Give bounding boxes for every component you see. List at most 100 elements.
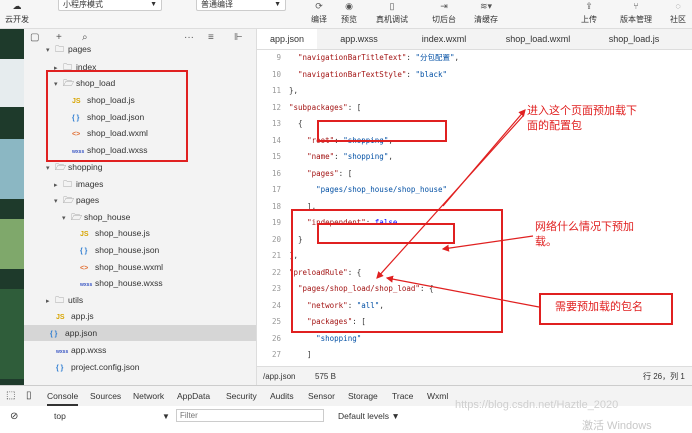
line-number: 23 [271, 284, 281, 293]
refresh-icon: ⟳ [315, 1, 323, 11]
line-number: 24 [271, 300, 281, 310]
js-file-icon: JS [80, 231, 89, 238]
tree-file-app-js[interactable]: JS app.js [56, 308, 94, 324]
tree-folder-utils[interactable]: ▸ 🗀 utils [46, 292, 83, 308]
version-icon: ⑂ [633, 1, 639, 11]
tree-file-app-wxss[interactable]: wxss app.wxss [56, 342, 106, 358]
line-number: 9 [276, 53, 281, 62]
code-editor[interactable]: }} } ] "shopping" "packages": [ "network… [257, 50, 692, 366]
tree-file-shop-house-js[interactable]: JS shop_house.js [80, 225, 150, 241]
preview-button[interactable]: ◉ 预览 [332, 0, 366, 25]
arrow-to-package [385, 275, 540, 308]
line-number: 17 [271, 185, 281, 194]
line-number: 20 [271, 234, 281, 244]
eye-icon: ◉ [345, 1, 353, 11]
line-number: 26 [271, 333, 281, 343]
collapse-icon[interactable]: ▢ [30, 32, 39, 43]
line-number: 10 [271, 69, 281, 79]
tab-trace[interactable]: Trace [392, 386, 413, 406]
inspect-icon[interactable]: ⬚ [6, 386, 15, 406]
tree-file-shop-house-wxss[interactable]: wxss shop_house.wxss [80, 275, 163, 291]
line-number: 21 [271, 251, 281, 260]
json-file-icon: { } [56, 365, 64, 372]
more-icon[interactable]: ··· [184, 32, 194, 43]
tab-app-wxss[interactable]: app.wxss [329, 29, 389, 49]
line-number: 27 [271, 350, 281, 359]
tab-appdata[interactable]: AppData [177, 386, 210, 406]
arrow-to-network [441, 235, 534, 252]
split-icon[interactable]: ⊩ [234, 32, 243, 43]
device-icon[interactable]: ▯ [26, 386, 32, 406]
switch-icon: ⇥ [440, 1, 448, 11]
chat-icon: ◌ [675, 1, 681, 11]
top-toolbar: ☁ 云开发 小程序模式 ▼ 普通编译 ▼ ⟳ 编译 ◉ 预览 ▯ 真机调试 ⇥ 切后… [0, 0, 692, 29]
tree-file-shop-house-json[interactable]: { } shop_house.json [80, 242, 159, 258]
context-select[interactable]: top [54, 406, 66, 427]
clear-console-icon[interactable]: ⊘ [10, 406, 18, 427]
json-file-icon: { } [50, 331, 58, 338]
layers-icon: ≋▾ [479, 1, 493, 11]
remote-debug-button[interactable]: ▯ 真机调试 [370, 0, 414, 25]
tree-file-project-config[interactable]: { } project.config.json [56, 359, 140, 375]
line-number: 22 [271, 267, 281, 277]
tab-app-json[interactable]: app.json [257, 29, 317, 49]
tab-security[interactable]: Security [226, 386, 257, 406]
tree-file-app-json[interactable]: { } app.json [24, 325, 256, 341]
tab-shop-load-wxml[interactable]: shop_load.wxml [497, 29, 579, 49]
compile-select[interactable]: 普通编译 ▼ [196, 0, 286, 11]
line-number: 16 [271, 168, 281, 178]
clear-cache-button[interactable]: ≋▾ 清缓存 [466, 0, 506, 25]
levels-select[interactable]: Default levels ▼ [338, 406, 400, 427]
line-number: 12 [271, 102, 281, 112]
line-number: 18 [271, 201, 281, 211]
simulator-preview [0, 29, 24, 385]
editor-status-bar: /app.json 575 B 行 26，列 1 [257, 366, 692, 386]
tab-storage[interactable]: Storage [348, 386, 378, 406]
community-button[interactable]: ◌ 社区 [664, 0, 692, 25]
annotation-arrows [376, 109, 540, 308]
json-file-icon: { } [80, 248, 88, 255]
background-button[interactable]: ⇥ 切后台 [424, 0, 464, 25]
wxss-file-icon: wxss [80, 282, 93, 288]
tab-console[interactable]: Console [47, 386, 79, 406]
folder-icon: 🗀 [55, 295, 65, 305]
status-cursor: 行 26，列 1 [643, 372, 685, 381]
line-number: 19 [271, 218, 281, 227]
line-number: 11 [271, 86, 281, 95]
sort-icon[interactable]: ≡ [208, 32, 214, 43]
tab-index-wxml[interactable]: index.wxml [409, 29, 479, 49]
line-number: 15 [271, 152, 281, 161]
phone-icon: ▯ [389, 1, 395, 11]
tree-folder-shop-house[interactable]: ▾ 🗁 shop_house [62, 209, 130, 225]
status-path: /app.json [263, 372, 296, 381]
blog-watermark: https://blog.csdn.net/Haztle_2020 [455, 399, 619, 411]
mode-select[interactable]: 小程序模式 ▼ [58, 0, 162, 11]
chevron-down-icon[interactable]: ▼ [162, 406, 170, 427]
tree-folder-images[interactable]: ▸ 🗀 images [54, 176, 103, 192]
console-filter-input[interactable] [176, 409, 324, 422]
upload-button[interactable]: ⇪ 上传 [572, 0, 606, 25]
tree-folder-pages[interactable]: ▾ 🗀 pages [46, 41, 91, 57]
arrow-to-shopping [376, 115, 524, 279]
tab-sources[interactable]: Sources [90, 386, 121, 406]
tab-shop-load-js[interactable]: shop_load.js [597, 29, 671, 49]
tab-network[interactable]: Network [133, 386, 164, 406]
tab-wxml[interactable]: Wxml [427, 386, 448, 406]
wxss-file-icon: wxss [56, 349, 69, 355]
tab-audits[interactable]: Audits [270, 386, 294, 406]
status-size: 575 B [315, 372, 336, 381]
tree-file-shop-house-wxml[interactable]: <> shop_house.wxml [80, 259, 163, 275]
line-number: 14 [271, 135, 281, 145]
chevron-down-icon: ▼ [274, 1, 281, 8]
compile-button[interactable]: ⟳ 编译 [302, 0, 336, 25]
tree-folder-pages-sub[interactable]: ▾ 🗁 pages [54, 192, 99, 208]
js-file-icon: JS [56, 314, 65, 321]
line-number: 13 [271, 119, 281, 128]
file-explorer: ▢ + ⌕ ··· ≡ ⊩ ▾ 🗀 pages ▸ 🗀 index ▾ 🗁 shop_loa… [24, 29, 257, 385]
cloud-dev-button[interactable]: ☁ 云开发 [2, 0, 32, 25]
chevron-down-icon: ▼ [150, 1, 157, 8]
folder-icon: 🗀 [63, 179, 73, 189]
version-button[interactable]: ⑂ 版本管理 [614, 0, 658, 25]
tab-sensor[interactable]: Sensor [308, 386, 335, 406]
cloud-icon: ☁ [12, 1, 22, 11]
